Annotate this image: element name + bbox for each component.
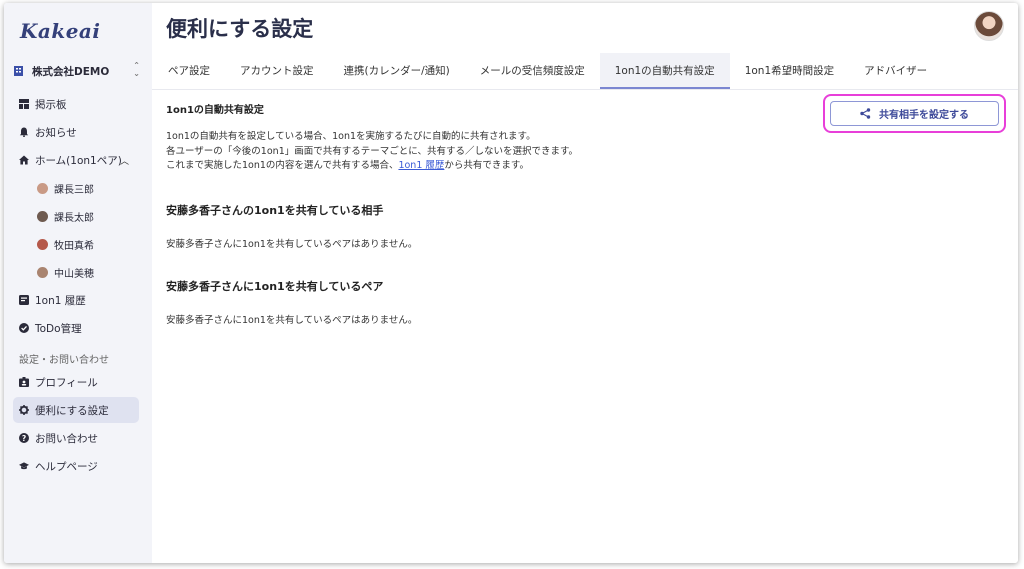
section-heading: 1on1の自動共有設定 bbox=[166, 105, 264, 116]
app-logo[interactable]: Kakeai bbox=[20, 19, 100, 43]
app-window: Kakeai 株式会社DEMO ⌃ ⌄ 掲示板 お知らせ ホーム(1on1ペア) … bbox=[4, 3, 1018, 563]
sidebar-item-label: プロフィール bbox=[35, 376, 98, 389]
main-content: 便利にする設定 ペア設定 アカウント設定 連携(カレンダー/通知) メールの受信… bbox=[152, 3, 1018, 563]
share-icon bbox=[860, 108, 871, 119]
shared-from-title: 安藤多香子さんに1on1を共有しているペア bbox=[166, 279, 384, 293]
building-icon bbox=[14, 66, 23, 76]
tab-account-settings[interactable]: アカウント設定 bbox=[225, 53, 329, 89]
sidebar-item-contact[interactable]: ? お問い合わせ bbox=[13, 425, 139, 451]
board-icon bbox=[19, 99, 29, 109]
history-link[interactable]: 1on1 履歴 bbox=[398, 160, 444, 171]
sidebar-item-pair[interactable]: 課長太郎 bbox=[13, 203, 139, 229]
sidebar-item-convenience-settings[interactable]: 便利にする設定 bbox=[13, 397, 139, 423]
user-avatar[interactable] bbox=[974, 11, 1004, 41]
settings-section-label: 設定・お問い合わせ bbox=[19, 354, 109, 366]
graduation-cap-icon bbox=[19, 461, 29, 471]
sidebar-item-notice[interactable]: お知らせ bbox=[13, 119, 139, 145]
profile-icon bbox=[19, 377, 29, 387]
description: 1on1の自動共有を設定している場合、1on1を実施するたびに自動的に共有されま… bbox=[166, 130, 826, 174]
description-line: 各ユーザーの「今後の1on1」画面で共有するテーマごとに、共有する／しないを選択… bbox=[166, 145, 578, 157]
sidebar-item-label: 牧田真希 bbox=[54, 240, 94, 252]
tab-preferred-time[interactable]: 1on1希望時間設定 bbox=[730, 53, 849, 89]
sidebar-item-label: お問い合わせ bbox=[35, 432, 98, 445]
sidebar-item-label: ヘルプページ bbox=[35, 460, 98, 473]
sidebar-item-label: 1on1 履歴 bbox=[35, 294, 86, 307]
sidebar-item-label: 掲示板 bbox=[35, 98, 67, 111]
sidebar-item-label: ホーム(1on1ペア) bbox=[35, 154, 122, 167]
sidebar-item-pair[interactable]: 課長三郎 bbox=[13, 175, 139, 201]
sidebar-item-home[interactable]: ホーム(1on1ペア) ︿ bbox=[13, 147, 139, 173]
tab-integration[interactable]: 連携(カレンダー/通知) bbox=[329, 53, 465, 89]
shared-from-empty-text: 安藤多香子さんに1on1を共有しているペアはありません。 bbox=[166, 314, 418, 326]
sidebar-nav: 掲示板 お知らせ ホーム(1on1ペア) ︿ 課長三郎 課長太郎 牧田真希 中山… bbox=[13, 91, 139, 481]
avatar bbox=[37, 266, 48, 278]
avatar bbox=[37, 238, 48, 250]
sidebar-item-help[interactable]: ヘルプページ bbox=[13, 453, 139, 479]
share-button-highlight: 共有相手を設定する bbox=[823, 94, 1006, 133]
sidebar-item-label: お知らせ bbox=[35, 126, 77, 139]
sidebar-item-pair[interactable]: 中山美穂 bbox=[13, 259, 139, 285]
unfold-icon: ⌃ ⌄ bbox=[133, 61, 140, 78]
description-text: これまで実施した1on1の内容を選んで共有する場合、 bbox=[166, 160, 399, 171]
sidebar-item-history[interactable]: 1on1 履歴 bbox=[13, 287, 139, 313]
sidebar-item-board[interactable]: 掲示板 bbox=[13, 91, 139, 117]
tab-pair-settings[interactable]: ペア設定 bbox=[152, 53, 225, 89]
tabs-divider bbox=[152, 89, 1018, 90]
check-circle-icon bbox=[19, 323, 29, 333]
company-name: 株式会社DEMO bbox=[32, 65, 110, 78]
sidebar: Kakeai 株式会社DEMO ⌃ ⌄ 掲示板 お知らせ ホーム(1on1ペア) … bbox=[4, 3, 152, 563]
shared-to-empty-text: 安藤多香子さんに1on1を共有しているペアはありません。 bbox=[166, 238, 418, 250]
tab-advisor[interactable]: アドバイザー bbox=[849, 53, 942, 89]
sidebar-item-label: 課長太郎 bbox=[54, 212, 94, 224]
question-icon: ? bbox=[19, 433, 29, 443]
bell-icon bbox=[19, 127, 29, 137]
sidebar-item-todo[interactable]: ToDo管理 bbox=[13, 315, 139, 341]
company-switcher[interactable]: 株式会社DEMO ⌃ ⌄ bbox=[14, 61, 144, 81]
sidebar-item-profile[interactable]: プロフィール bbox=[13, 369, 139, 395]
avatar bbox=[37, 210, 48, 222]
description-line: これまで実施した1on1の内容を選んで共有する場合、1on1 履歴から共有できま… bbox=[166, 159, 826, 174]
settings-tabs: ペア設定 アカウント設定 連携(カレンダー/通知) メールの受信頻度設定 1on… bbox=[152, 53, 942, 89]
set-share-recipient-button[interactable]: 共有相手を設定する bbox=[830, 101, 999, 126]
auto-share-panel: 1on1の自動共有設定 1on1の自動共有を設定している場合、1on1を実施する… bbox=[166, 101, 826, 326]
history-icon bbox=[19, 295, 29, 305]
page-title: 便利にする設定 bbox=[166, 17, 314, 41]
chevron-up-icon[interactable]: ︿ bbox=[120, 154, 129, 167]
description-line: 1on1の自動共有を設定している場合、1on1を実施するたびに自動的に共有されま… bbox=[166, 131, 536, 142]
shared-to-title: 安藤多香子さんの1on1を共有している相手 bbox=[166, 203, 384, 217]
gear-icon bbox=[19, 405, 29, 415]
sidebar-item-label: 中山美穂 bbox=[54, 268, 94, 280]
tab-auto-share[interactable]: 1on1の自動共有設定 bbox=[599, 53, 730, 89]
sidebar-item-label: ToDo管理 bbox=[35, 322, 82, 335]
home-icon bbox=[19, 155, 29, 165]
description-text: から共有できます。 bbox=[444, 160, 529, 171]
sidebar-item-pair[interactable]: 牧田真希 bbox=[13, 231, 139, 257]
svg-text:?: ? bbox=[22, 434, 26, 443]
sidebar-item-label: 便利にする設定 bbox=[35, 404, 109, 417]
avatar bbox=[37, 182, 48, 194]
sidebar-item-label: 課長三郎 bbox=[54, 184, 94, 196]
tab-mail-frequency[interactable]: メールの受信頻度設定 bbox=[465, 53, 600, 89]
share-button-label: 共有相手を設定する bbox=[879, 110, 969, 121]
